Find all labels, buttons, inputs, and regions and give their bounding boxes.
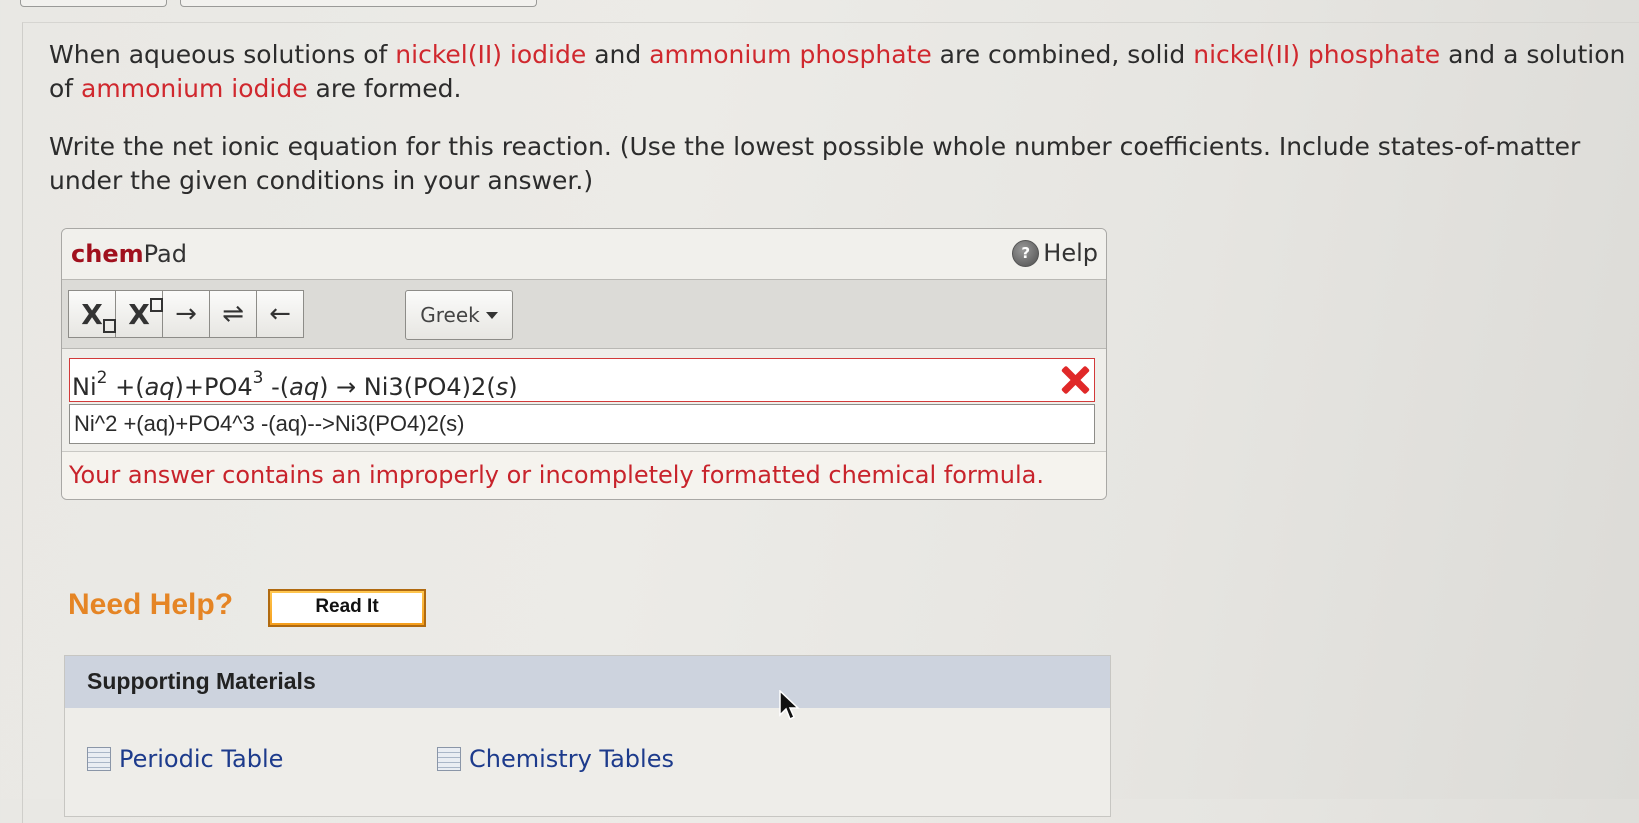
caret-down-icon: [485, 311, 498, 319]
document-icon: [87, 747, 111, 771]
top-tabs: [0, 0, 1639, 8]
periodic-table-label: Periodic Table: [119, 745, 284, 773]
formula-part: )+PO4: [174, 373, 253, 401]
reaction-arrow-button[interactable]: →: [162, 290, 210, 338]
superscript-glyph: X: [128, 297, 150, 331]
state-s: s: [495, 373, 509, 401]
subscript-glyph: X: [81, 297, 103, 331]
left-arrow-button[interactable]: ←: [256, 290, 304, 338]
supporting-materials-title: Supporting Materials: [87, 668, 316, 694]
chemistry-tables-label: Chemistry Tables: [469, 745, 674, 773]
state-aq: aq: [144, 373, 175, 401]
reactant-ammonium-phosphate: ammonium phosphate: [649, 40, 932, 69]
equation-input[interactable]: Ni^2 +(aq)+PO4^3 -(aq)-->Ni3(PO4)2(s): [69, 404, 1095, 444]
product-nickel-phosphate: nickel(II) phosphate: [1193, 40, 1441, 69]
left-arrow-icon: ←: [269, 299, 291, 329]
subscript-button[interactable]: X: [68, 290, 116, 338]
need-help-label: Need Help?: [68, 588, 234, 621]
question-paragraph-1: When aqueous solutions of nickel(II) iod…: [49, 38, 1629, 106]
question-text-part: are combined, solid: [931, 40, 1194, 69]
top-tab-right[interactable]: [180, 0, 537, 7]
read-it-button[interactable]: Read It: [268, 589, 426, 627]
greek-label: Greek: [420, 303, 480, 327]
equilibrium-icon: ⇌: [222, 299, 244, 329]
right-arrow-icon: →: [175, 299, 197, 329]
superscript-icon: X: [128, 297, 163, 331]
chempad-header: chemPad ? Help: [62, 229, 1106, 280]
help-icon: ?: [1012, 239, 1040, 267]
formula-part: ): [508, 373, 518, 401]
chempad: chemPad ? Help X X → ⇌ ← Greek Ni2 +(aq)…: [61, 228, 1107, 500]
supporting-materials-header: Supporting Materials: [65, 656, 1110, 708]
product-ammonium-iodide: ammonium iodide: [81, 74, 308, 103]
format-button-group: X X → ⇌ ←: [68, 290, 304, 338]
chempad-title-bold: chem: [71, 240, 144, 268]
subscript-icon: X: [81, 297, 116, 333]
incorrect-x-icon: [1060, 365, 1090, 395]
formula-part: +(: [107, 373, 145, 401]
formula-part: ) → Ni3(PO4)2(: [319, 373, 496, 401]
chempad-toolbar: X X → ⇌ ← Greek: [62, 280, 1106, 349]
question-text-part: When aqueous solutions of: [49, 40, 396, 69]
formula-part: Ni: [72, 373, 97, 401]
read-it-label: Read It: [272, 593, 422, 623]
state-aq: aq: [289, 373, 320, 401]
help-label: Help: [1043, 239, 1098, 267]
charge-superscript: 3: [252, 368, 264, 388]
document-icon: [437, 747, 461, 771]
superscript-box-icon: [149, 297, 163, 312]
question-text-part: are formed.: [307, 74, 462, 103]
supporting-materials: Supporting Materials Periodic Table Chem…: [64, 655, 1111, 817]
question-text-part: and: [586, 40, 650, 69]
mouse-cursor-icon: [779, 690, 800, 721]
rendered-equation[interactable]: Ni2 +(aq)+PO43 -(aq) → Ni3(PO4)2(s): [69, 358, 1095, 402]
error-message: Your answer contains an improperly or in…: [69, 461, 1044, 489]
formula-part: -(: [263, 373, 290, 401]
superscript-button[interactable]: X: [115, 290, 163, 338]
chempad-title: chemPad: [71, 240, 187, 268]
question-paragraph-2: Write the net ionic equation for this re…: [49, 132, 1581, 195]
question-text: When aqueous solutions of nickel(II) iod…: [49, 38, 1629, 222]
error-panel: Your answer contains an improperly or in…: [62, 451, 1106, 499]
equilibrium-arrow-button[interactable]: ⇌: [209, 290, 257, 338]
subscript-box-icon: [102, 318, 116, 333]
charge-superscript: 2: [96, 368, 108, 388]
help-button[interactable]: ? Help: [1012, 239, 1098, 267]
greek-dropdown[interactable]: Greek: [405, 290, 513, 340]
chemistry-tables-link[interactable]: Chemistry Tables: [437, 745, 674, 773]
periodic-table-link[interactable]: Periodic Table: [87, 745, 283, 773]
reactant-nickel-iodide: nickel(II) iodide: [395, 40, 587, 69]
chempad-title-rest: Pad: [143, 240, 187, 268]
top-tab-left[interactable]: [20, 0, 167, 7]
